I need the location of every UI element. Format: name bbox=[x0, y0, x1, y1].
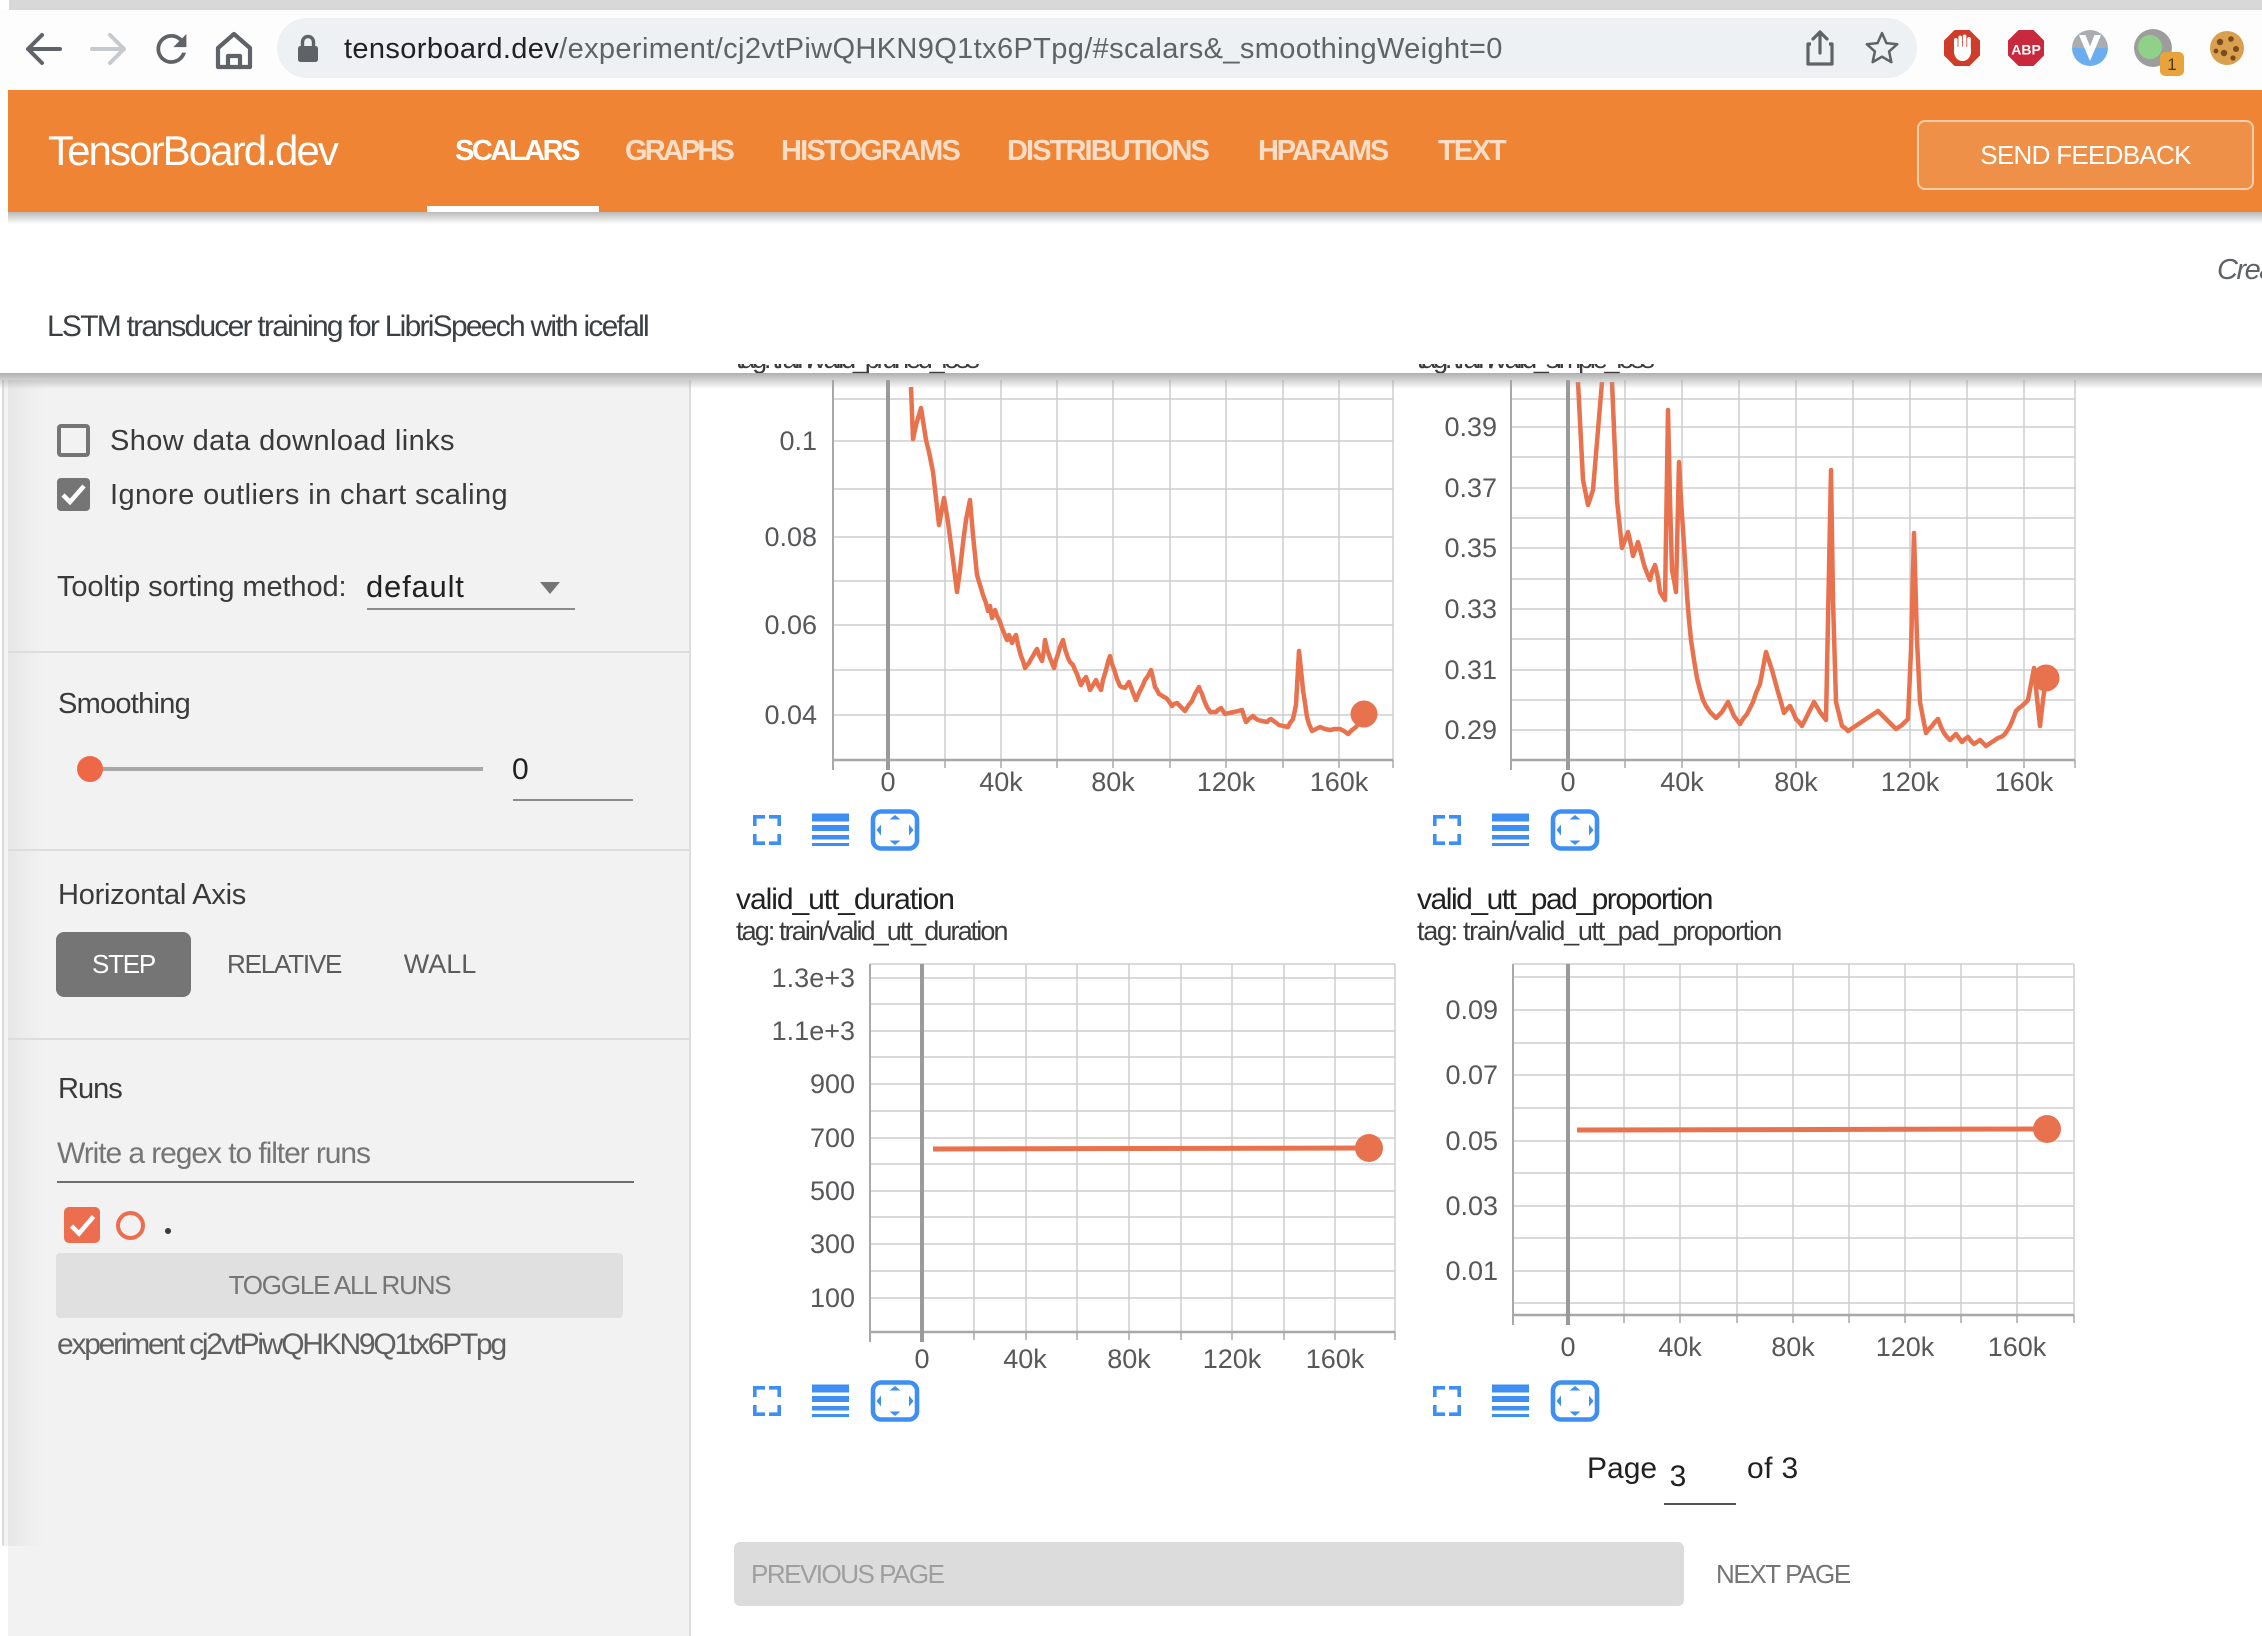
svg-text:0.06: 0.06 bbox=[764, 610, 817, 640]
svg-text:500: 500 bbox=[810, 1176, 855, 1206]
svg-text:160k: 160k bbox=[1995, 767, 2054, 797]
svg-text:0.37: 0.37 bbox=[1444, 473, 1497, 503]
svg-text:80k: 80k bbox=[1774, 767, 1818, 797]
svg-text:100: 100 bbox=[810, 1283, 855, 1313]
svg-text:700: 700 bbox=[810, 1123, 855, 1153]
svg-text:160k: 160k bbox=[1988, 1332, 2047, 1362]
svg-text:0.03: 0.03 bbox=[1445, 1191, 1498, 1221]
svg-text:0.01: 0.01 bbox=[1445, 1256, 1498, 1286]
svg-text:0.07: 0.07 bbox=[1445, 1060, 1498, 1090]
svg-text:0.39: 0.39 bbox=[1444, 412, 1497, 442]
svg-text:120k: 120k bbox=[1197, 767, 1256, 797]
svg-text:0: 0 bbox=[1560, 767, 1575, 797]
svg-text:0: 0 bbox=[880, 767, 895, 797]
svg-text:40k: 40k bbox=[1003, 1344, 1047, 1374]
svg-text:0.08: 0.08 bbox=[764, 522, 817, 552]
svg-text:0.31: 0.31 bbox=[1444, 655, 1497, 685]
svg-text:120k: 120k bbox=[1881, 767, 1940, 797]
svg-text:160k: 160k bbox=[1306, 1344, 1365, 1374]
svg-text:80k: 80k bbox=[1107, 1344, 1151, 1374]
svg-text:0.05: 0.05 bbox=[1445, 1126, 1498, 1156]
svg-text:1.1e+3: 1.1e+3 bbox=[772, 1016, 855, 1046]
svg-text:40k: 40k bbox=[979, 767, 1023, 797]
svg-text:80k: 80k bbox=[1771, 1332, 1815, 1362]
svg-text:300: 300 bbox=[810, 1229, 855, 1259]
svg-text:0.04: 0.04 bbox=[764, 700, 817, 730]
svg-text:900: 900 bbox=[810, 1069, 855, 1099]
svg-text:0: 0 bbox=[1560, 1332, 1575, 1362]
svg-text:120k: 120k bbox=[1203, 1344, 1262, 1374]
svg-text:120k: 120k bbox=[1876, 1332, 1935, 1362]
svg-text:40k: 40k bbox=[1660, 767, 1704, 797]
svg-text:0.29: 0.29 bbox=[1444, 715, 1497, 745]
svg-text:0.33: 0.33 bbox=[1444, 594, 1497, 624]
svg-text:160k: 160k bbox=[1310, 767, 1369, 797]
svg-text:0.35: 0.35 bbox=[1444, 533, 1497, 563]
svg-text:0.1: 0.1 bbox=[779, 426, 817, 456]
svg-text:40k: 40k bbox=[1658, 1332, 1702, 1362]
svg-text:0.09: 0.09 bbox=[1445, 995, 1498, 1025]
svg-text:80k: 80k bbox=[1091, 767, 1135, 797]
svg-text:1.3e+3: 1.3e+3 bbox=[772, 963, 855, 993]
svg-text:0: 0 bbox=[914, 1344, 929, 1374]
